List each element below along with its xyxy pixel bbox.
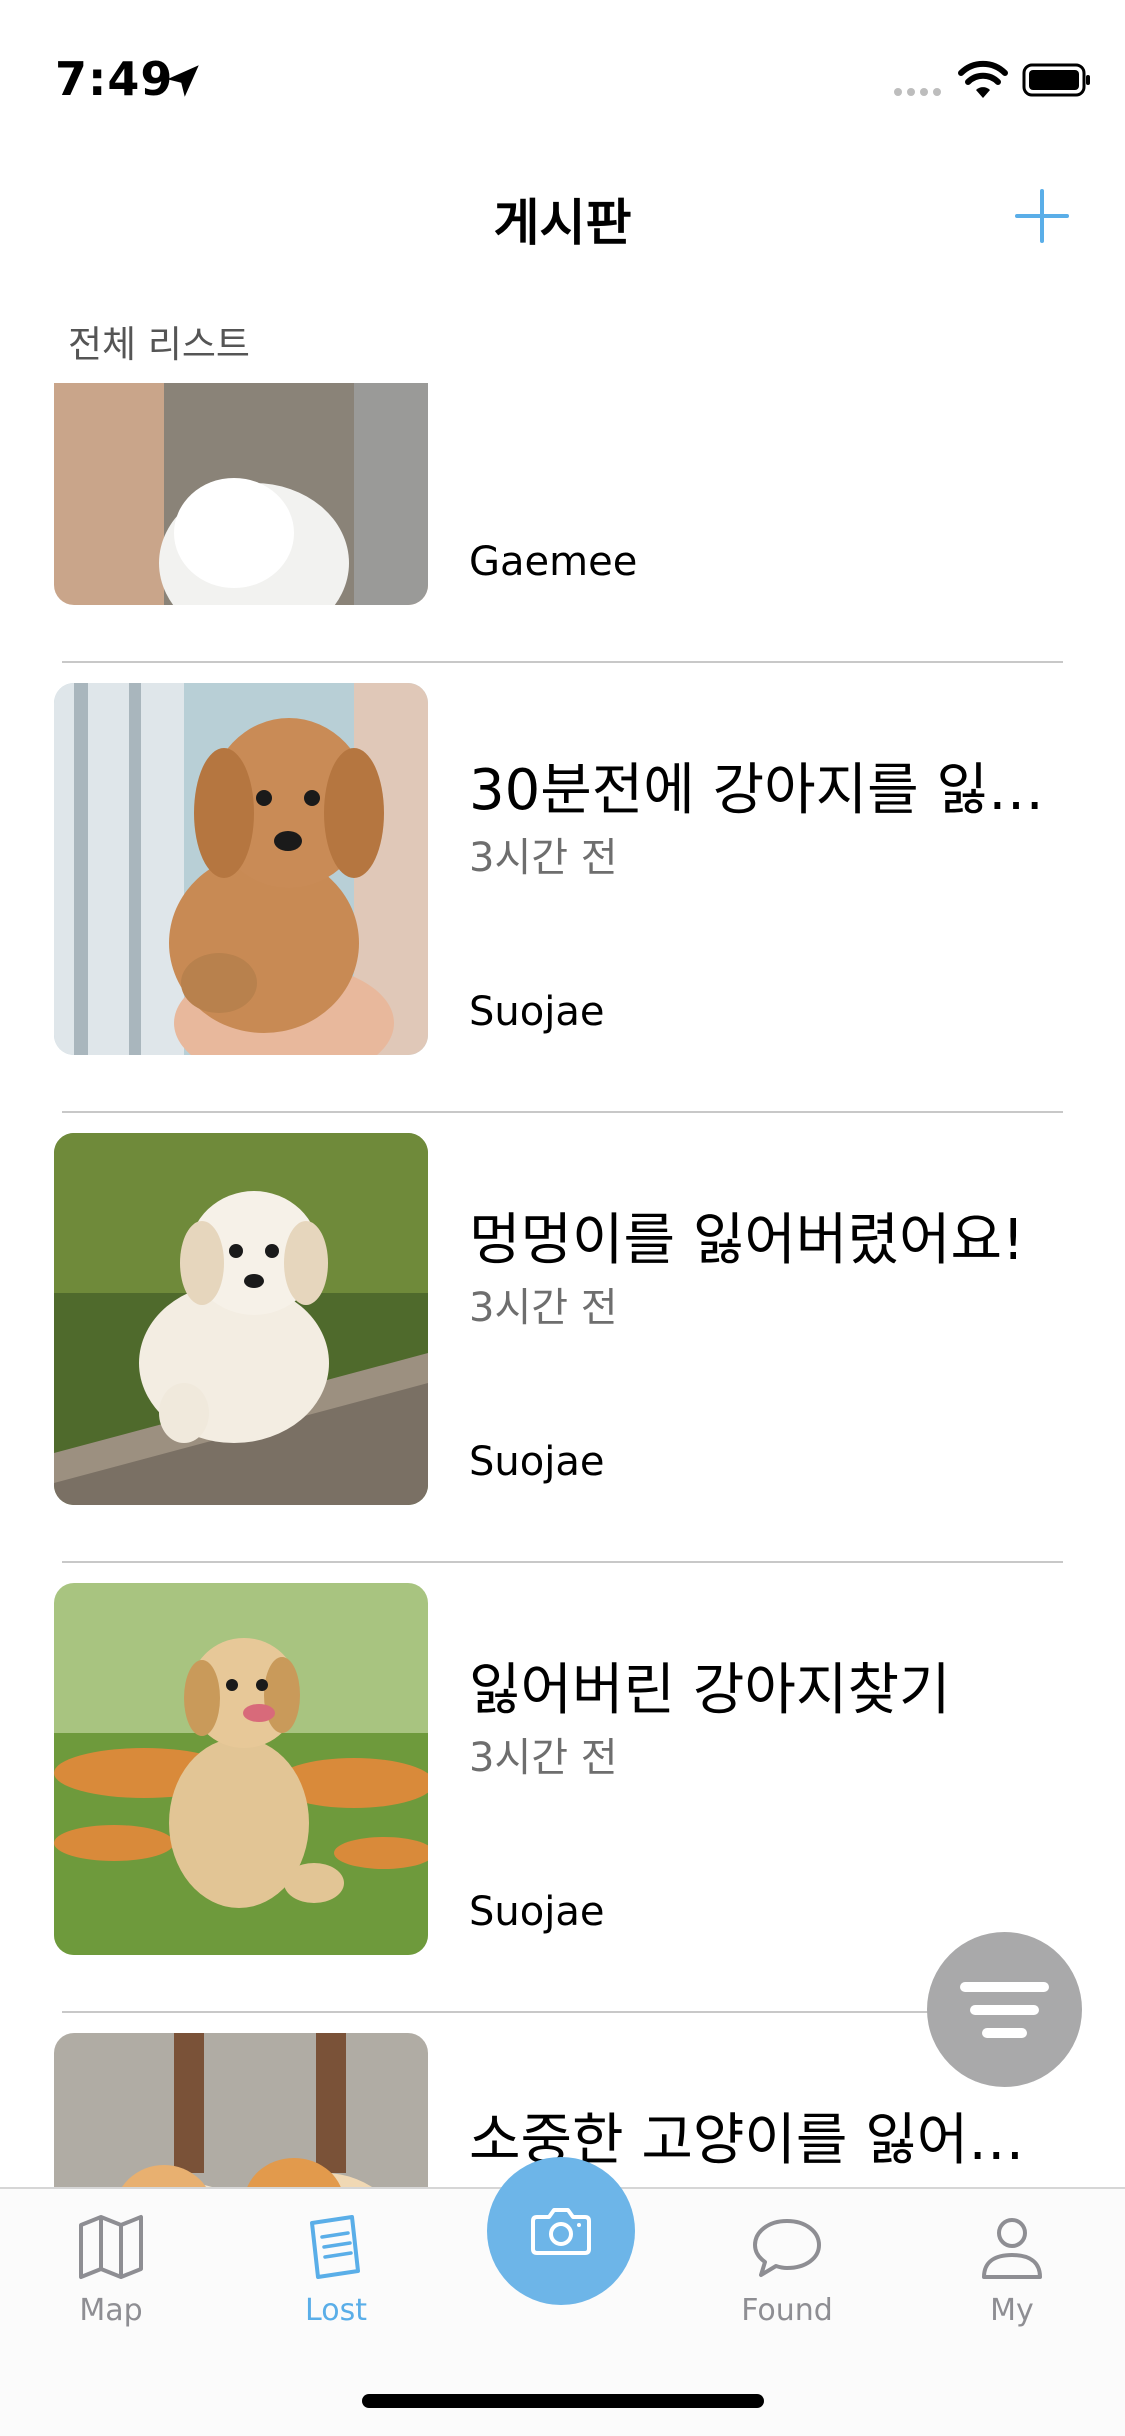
post-author: Suojae: [469, 989, 605, 1035]
map-icon: [79, 2215, 143, 2279]
tab-label: Map: [79, 2293, 143, 2328]
post-thumbnail: [54, 2033, 428, 2187]
filter-button[interactable]: [927, 1932, 1082, 2087]
post-time: 3시간 전: [469, 1285, 618, 1331]
battery-icon: [1022, 63, 1090, 97]
person-icon: [982, 2218, 1042, 2279]
page-title: 게시판: [493, 194, 632, 252]
post-time: 3시간 전: [469, 1735, 618, 1781]
tab-lost[interactable]: Lost: [256, 2189, 416, 2349]
post-title: 멍멍이를 잃어버렸어요!: [469, 1208, 1025, 1273]
tab-label: My: [990, 2293, 1034, 2328]
camera-icon: [531, 2208, 591, 2255]
section-label: 전체 리스트: [68, 323, 250, 366]
post-author: Gaemee: [469, 539, 638, 585]
camera-button[interactable]: [487, 2157, 635, 2305]
post-author: Suojae: [469, 1439, 605, 1485]
tab-label: Found: [741, 2293, 833, 2328]
chat-bubble-icon: [753, 2219, 821, 2277]
status-time: 7:49: [55, 52, 174, 106]
post-title: 30분전에 강아지를 잃어버렸어요: [469, 758, 1069, 823]
tab-found[interactable]: Found: [707, 2189, 867, 2349]
location-arrow-icon: [167, 65, 199, 97]
add-post-button[interactable]: [1014, 188, 1070, 244]
wifi-icon: [958, 60, 1008, 98]
post-title: 잃어버린 강아지찾기: [469, 1658, 951, 1723]
post-item[interactable]: Gaemee: [0, 383, 1125, 663]
tab-map[interactable]: Map: [31, 2189, 191, 2349]
home-indicator: [362, 2394, 764, 2408]
tab-label: Lost: [305, 2293, 367, 2328]
post-author: Suojae: [469, 1889, 605, 1935]
post-thumbnail: [54, 1133, 428, 1505]
plus-icon: [1015, 189, 1069, 243]
status-bar: 7:49: [0, 0, 1125, 140]
filter-lines-icon: [960, 1982, 1049, 2038]
tab-my[interactable]: My: [932, 2189, 1092, 2349]
document-icon: [310, 2215, 360, 2279]
post-item[interactable]: 30분전에 강아지를 잃어버렸어요 3시간 전 Suojae: [0, 663, 1125, 1113]
post-thumbnail: [54, 683, 428, 1055]
cellular-signal-icon: [894, 88, 941, 96]
post-list[interactable]: Gaemee 30분전에 강아지를 잃어 3시간 전 Suojae 멍멍이를 잃…: [0, 383, 1125, 2187]
post-thumbnail: [54, 1583, 428, 1955]
post-item[interactable]: 멍멍이를 잃어버렸어요! 3시간 전 Suojae: [0, 1113, 1125, 1563]
post-time: 3시간 전: [469, 835, 618, 881]
post-thumbnail: [54, 383, 428, 605]
